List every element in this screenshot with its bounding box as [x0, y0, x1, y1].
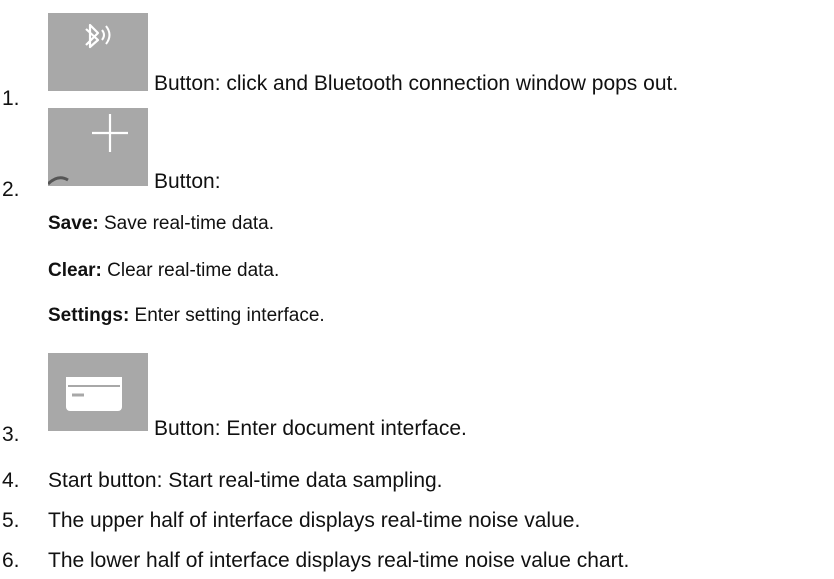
item-3-text: Button: Enter document interface. — [154, 417, 467, 440]
list-number-1: 1. — [2, 87, 20, 110]
item-4-text: Start button: Start real-time data sampl… — [48, 469, 443, 492]
plus-icon — [48, 108, 148, 186]
subitem-settings-term: Settings: — [48, 305, 130, 326]
item-1-text: Button: click and Bluetooth connection w… — [154, 72, 679, 95]
list-number-4: 4. — [2, 469, 20, 492]
subitem-save: Save: Save real-time data. — [48, 213, 274, 235]
list-number-6: 6. — [2, 549, 20, 572]
plus-button-image — [48, 108, 148, 186]
bluetooth-icon — [48, 13, 148, 91]
item-2-text: Button: — [154, 170, 221, 193]
item-6-text: The lower half of interface displays rea… — [48, 549, 630, 572]
subitem-settings: Settings: Enter setting interface. — [48, 305, 325, 327]
list-number-2: 2. — [2, 178, 20, 201]
subitem-save-term: Save: — [48, 213, 99, 234]
list-number-3: 3. — [2, 423, 20, 446]
document-button-image — [48, 353, 148, 431]
subitem-clear-desc: Clear real-time data. — [101, 260, 280, 281]
subitem-save-desc: Save real-time data. — [98, 213, 275, 234]
subitem-clear: Clear: Clear real-time data. — [48, 260, 279, 282]
subitem-clear-term: Clear: — [48, 260, 102, 281]
document-icon — [48, 353, 148, 431]
bluetooth-button-image — [48, 13, 148, 91]
subitem-settings-desc: Enter setting interface. — [129, 305, 325, 326]
list-number-5: 5. — [2, 509, 20, 532]
item-5-text: The upper half of interface displays rea… — [48, 509, 581, 532]
